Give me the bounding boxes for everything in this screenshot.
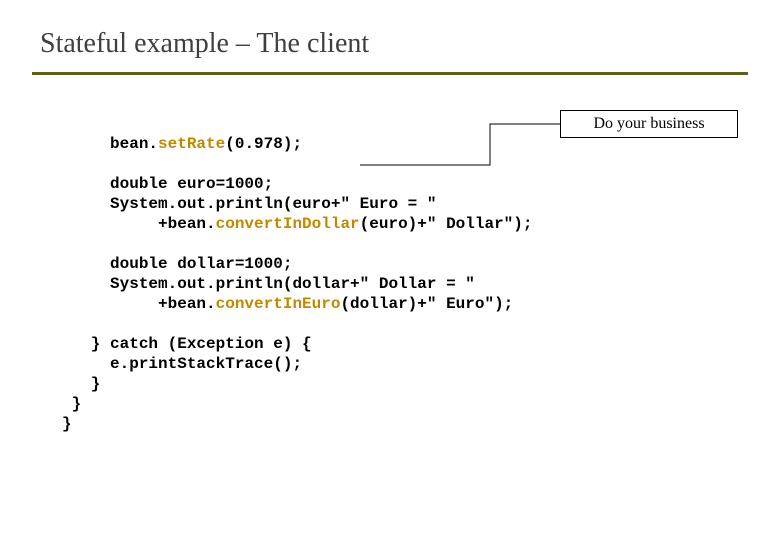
code-line: System.out.println(dollar+" Dollar = " bbox=[62, 275, 475, 293]
method-convertindollar: convertInDollar bbox=[216, 215, 360, 233]
code-line: +bean.convertInDollar(euro)+" Dollar"); bbox=[62, 215, 532, 233]
code-line: bean.setRate(0.978); bbox=[62, 135, 302, 153]
code-line: e.printStackTrace(); bbox=[62, 355, 302, 373]
callout-box: Do your business bbox=[560, 110, 738, 138]
code-line: double dollar=1000; bbox=[62, 255, 292, 273]
code-line: } bbox=[62, 375, 100, 393]
method-setrate: setRate bbox=[158, 135, 225, 153]
method-convertineuro: convertInEuro bbox=[216, 295, 341, 313]
code-line: double euro=1000; bbox=[62, 175, 273, 193]
code-line: } bbox=[62, 415, 72, 433]
code-line: +bean.convertInEuro(dollar)+" Euro"); bbox=[62, 295, 513, 313]
page-title: Stateful example – The client bbox=[40, 28, 369, 60]
slide: Stateful example – The client Do your bu… bbox=[0, 0, 780, 540]
code-line: } bbox=[62, 395, 81, 413]
code-line: System.out.println(euro+" Euro = " bbox=[62, 195, 436, 213]
code-block: bean.setRate(0.978); double euro=1000; S… bbox=[62, 114, 532, 434]
code-line: } catch (Exception e) { bbox=[62, 335, 312, 353]
title-underline bbox=[32, 72, 748, 75]
